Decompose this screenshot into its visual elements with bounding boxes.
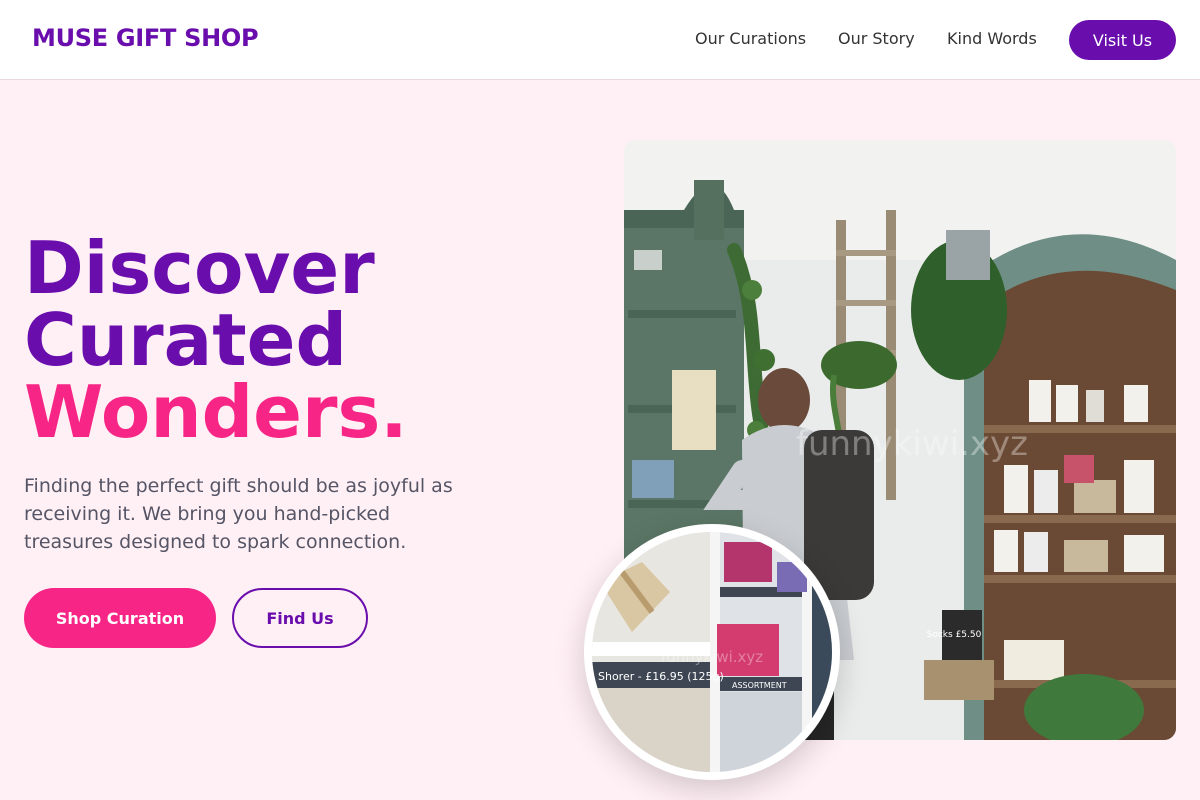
hero-title: Discover Curated Wonders.: [24, 232, 408, 448]
hero-title-line-3: Wonders.: [24, 370, 408, 454]
hero-title-line-2: Curated: [24, 298, 347, 382]
hero-title-line-1: Discover: [24, 226, 375, 310]
visit-us-button[interactable]: Visit Us: [1069, 20, 1176, 60]
shop-curation-button[interactable]: Shop Curation: [24, 588, 216, 648]
shelf-sign-text: ASSORTMENT: [732, 681, 787, 690]
inset-photo-watermark: funnykiwi.xyz: [661, 648, 763, 666]
nav-link-kind-words[interactable]: Kind Words: [947, 29, 1037, 48]
main-photo-watermark: funnykiwi.xyz: [796, 424, 1028, 464]
price-sign-text: Shorer - £16.95 (125g): [598, 670, 724, 683]
top-navigation-bar: MUSE GIFT SHOP Our Curations Our Story K…: [0, 0, 1200, 80]
gift-shelf-inset-photo: Shorer - £16.95 (125g) ASSORTMENT funnyk…: [584, 524, 840, 780]
nav-link-our-story[interactable]: Our Story: [838, 29, 915, 48]
nav-link-our-curations[interactable]: Our Curations: [695, 29, 806, 48]
hero-description: Finding the perfect gift should be as jo…: [24, 475, 453, 553]
find-us-button[interactable]: Find Us: [232, 588, 368, 648]
brand-logo[interactable]: MUSE GIFT SHOP: [32, 24, 259, 52]
chalk-sign-text: Socks £5.50: [927, 630, 982, 640]
